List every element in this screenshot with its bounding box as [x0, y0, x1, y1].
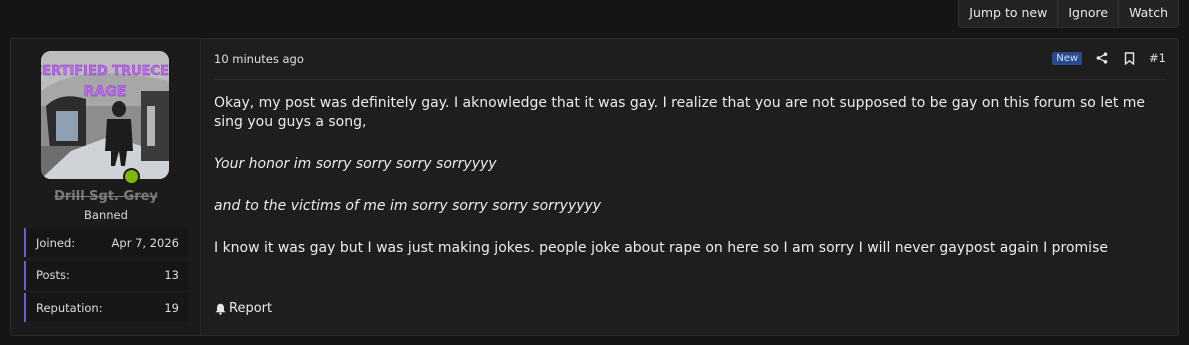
post-paragraph: I know it was gay but I was just making … [214, 240, 1108, 256]
watch-button[interactable]: Watch [1118, 0, 1178, 27]
online-status-indicator [123, 168, 140, 185]
jump-to-new-button[interactable]: Jump to new [959, 0, 1057, 27]
post-user-panel: CERTIFIED TRUECEL RAGE Drill Sgt. Grey B… [11, 39, 201, 335]
post-paragraph: and to the victims of me im sorry sorry … [214, 198, 602, 214]
post-header: 10 minutes ago New #1 [214, 39, 1166, 80]
user-title: Banned [84, 208, 128, 222]
ignore-button[interactable]: Ignore [1057, 0, 1118, 27]
stat-joined: Joined: Apr 7, 2026 [24, 228, 188, 257]
post-date[interactable]: 10 minutes ago [214, 52, 304, 66]
stat-posts: Posts: 13 [24, 260, 188, 290]
post-number-link[interactable]: #1 [1149, 51, 1166, 65]
avatar-image: CERTIFIED TRUECEL RAGE [41, 51, 169, 179]
stat-label: Posts: [36, 268, 70, 282]
post: CERTIFIED TRUECEL RAGE Drill Sgt. Grey B… [10, 38, 1179, 336]
avatar-caption-line1: CERTIFIED TRUECEL [41, 64, 169, 79]
post-paragraph: Okay, my post was definitely gay. I akno… [214, 95, 1146, 130]
report-button[interactable]: Report [229, 301, 272, 316]
bell-icon [214, 302, 227, 316]
post-paragraph: Your honor im sorry sorry sorry sorryyyy [214, 156, 497, 172]
share-icon[interactable] [1095, 51, 1109, 65]
stat-value: 19 [164, 300, 179, 315]
post-header-actions: New #1 [1052, 51, 1166, 65]
stat-value: 13 [164, 268, 179, 282]
avatar-caption-line2: RAGE [84, 84, 127, 100]
user-stats: Joined: Apr 7, 2026 Posts: 13 Reputation… [24, 228, 188, 326]
bookmark-icon[interactable] [1122, 51, 1136, 65]
thread-actions: Jump to new Ignore Watch [958, 0, 1179, 28]
post-footer: Report [214, 301, 272, 316]
avatar[interactable]: CERTIFIED TRUECEL RAGE [41, 51, 169, 179]
new-badge: New [1052, 51, 1083, 65]
post-body: Okay, my post was definitely gay. I akno… [214, 94, 1164, 281]
stat-reputation: Reputation: 19 [24, 293, 188, 322]
post-main: 10 minutes ago New #1 Okay, my post was … [201, 39, 1178, 335]
stat-label: Joined: [36, 235, 76, 250]
stat-value: Apr 7, 2026 [111, 235, 179, 250]
stat-label: Reputation: [36, 300, 103, 315]
username[interactable]: Drill Sgt. Grey [11, 189, 201, 204]
